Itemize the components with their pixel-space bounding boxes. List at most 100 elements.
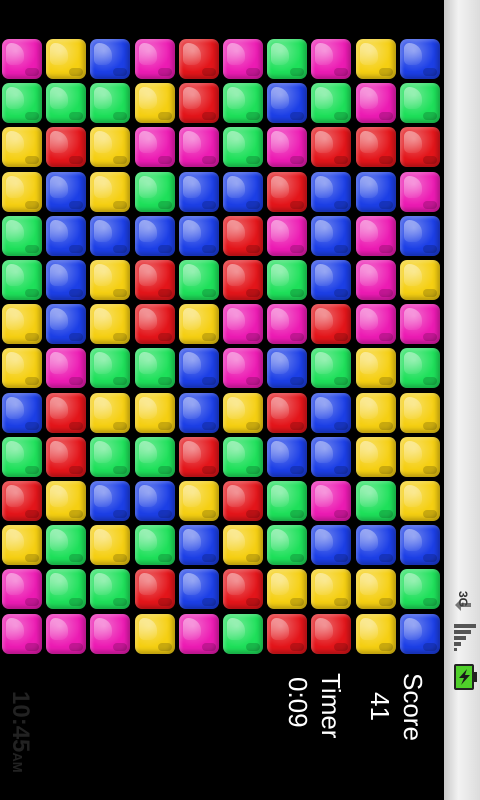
gem-yellow[interactable]: [2, 127, 42, 168]
gem-green[interactable]: [267, 525, 308, 566]
gem-blue[interactable]: [267, 83, 308, 124]
gem-blue[interactable]: [399, 39, 440, 79]
gem-green[interactable]: [46, 569, 87, 610]
gem-red[interactable]: [46, 127, 87, 168]
gem-green[interactable]: [2, 215, 42, 256]
gem-green[interactable]: [399, 569, 440, 610]
gem-green[interactable]: [134, 525, 175, 566]
gem-yellow[interactable]: [134, 613, 175, 654]
gem-pink[interactable]: [178, 127, 219, 168]
gem-green[interactable]: [46, 525, 87, 566]
gem-yellow[interactable]: [355, 39, 396, 79]
gem-red[interactable]: [311, 127, 352, 168]
gem-red[interactable]: [399, 127, 440, 168]
gem-red[interactable]: [134, 304, 175, 345]
gem-yellow[interactable]: [46, 39, 87, 79]
gem-blue[interactable]: [178, 569, 219, 610]
gem-pink[interactable]: [2, 569, 42, 610]
gem-pink[interactable]: [399, 304, 440, 345]
gem-green[interactable]: [178, 260, 219, 300]
gem-red[interactable]: [134, 260, 175, 300]
gem-red[interactable]: [223, 569, 263, 610]
gem-pink[interactable]: [355, 83, 396, 124]
gem-pink[interactable]: [311, 39, 352, 79]
gem-yellow[interactable]: [90, 392, 131, 433]
gem-green[interactable]: [399, 348, 440, 389]
gem-pink[interactable]: [134, 127, 175, 168]
gem-pink[interactable]: [355, 260, 396, 300]
gem-green[interactable]: [90, 348, 131, 389]
gem-blue[interactable]: [311, 525, 352, 566]
gem-green[interactable]: [355, 481, 396, 521]
gem-green[interactable]: [90, 436, 131, 477]
gem-blue[interactable]: [134, 215, 175, 256]
gem-yellow[interactable]: [355, 348, 396, 389]
gem-blue[interactable]: [267, 348, 308, 389]
gem-red[interactable]: [46, 436, 87, 477]
gem-green[interactable]: [399, 83, 440, 124]
gem-red[interactable]: [355, 127, 396, 168]
gem-green[interactable]: [267, 39, 308, 79]
gem-pink[interactable]: [311, 481, 352, 521]
gem-pink[interactable]: [178, 613, 219, 654]
gem-blue[interactable]: [311, 392, 352, 433]
gem-blue[interactable]: [178, 392, 219, 433]
gem-yellow[interactable]: [90, 304, 131, 345]
gem-yellow[interactable]: [2, 304, 42, 345]
gem-pink[interactable]: [267, 304, 308, 345]
gem-red[interactable]: [223, 215, 263, 256]
gem-yellow[interactable]: [399, 260, 440, 300]
gem-green[interactable]: [223, 613, 263, 654]
gem-blue[interactable]: [355, 525, 396, 566]
gem-red[interactable]: [134, 569, 175, 610]
gem-red[interactable]: [2, 481, 42, 521]
gem-pink[interactable]: [2, 39, 42, 79]
gem-green[interactable]: [311, 83, 352, 124]
gem-pink[interactable]: [46, 613, 87, 654]
gem-blue[interactable]: [90, 215, 131, 256]
gem-green[interactable]: [223, 83, 263, 124]
gem-yellow[interactable]: [399, 392, 440, 433]
gem-blue[interactable]: [90, 481, 131, 521]
gem-yellow[interactable]: [399, 436, 440, 477]
gem-red[interactable]: [46, 392, 87, 433]
gem-yellow[interactable]: [90, 260, 131, 300]
gem-yellow[interactable]: [2, 525, 42, 566]
gem-green[interactable]: [134, 436, 175, 477]
gem-red[interactable]: [223, 260, 263, 300]
gem-yellow[interactable]: [134, 392, 175, 433]
gem-blue[interactable]: [178, 348, 219, 389]
gem-pink[interactable]: [223, 39, 263, 79]
gem-red[interactable]: [267, 392, 308, 433]
gem-red[interactable]: [267, 171, 308, 212]
gem-green[interactable]: [267, 260, 308, 300]
gem-blue[interactable]: [399, 525, 440, 566]
gem-yellow[interactable]: [178, 481, 219, 521]
gem-pink[interactable]: [46, 348, 87, 389]
gem-yellow[interactable]: [2, 348, 42, 389]
gem-pink[interactable]: [223, 348, 263, 389]
gem-blue[interactable]: [178, 171, 219, 212]
gem-pink[interactable]: [355, 304, 396, 345]
gem-blue[interactable]: [399, 215, 440, 256]
gem-red[interactable]: [267, 613, 308, 654]
game-board[interactable]: [0, 37, 444, 657]
gem-yellow[interactable]: [399, 481, 440, 521]
gem-red[interactable]: [178, 83, 219, 124]
gem-red[interactable]: [178, 39, 219, 79]
gem-green[interactable]: [2, 436, 42, 477]
gem-green[interactable]: [267, 481, 308, 521]
gem-blue[interactable]: [267, 436, 308, 477]
gem-blue[interactable]: [2, 392, 42, 433]
gem-yellow[interactable]: [90, 171, 131, 212]
gem-red[interactable]: [311, 304, 352, 345]
gem-green[interactable]: [46, 83, 87, 124]
gem-green[interactable]: [223, 436, 263, 477]
gem-blue[interactable]: [311, 260, 352, 300]
gem-blue[interactable]: [46, 215, 87, 256]
gem-yellow[interactable]: [355, 436, 396, 477]
gem-green[interactable]: [2, 260, 42, 300]
gem-blue[interactable]: [90, 39, 131, 79]
gem-green[interactable]: [311, 348, 352, 389]
gem-pink[interactable]: [399, 171, 440, 212]
